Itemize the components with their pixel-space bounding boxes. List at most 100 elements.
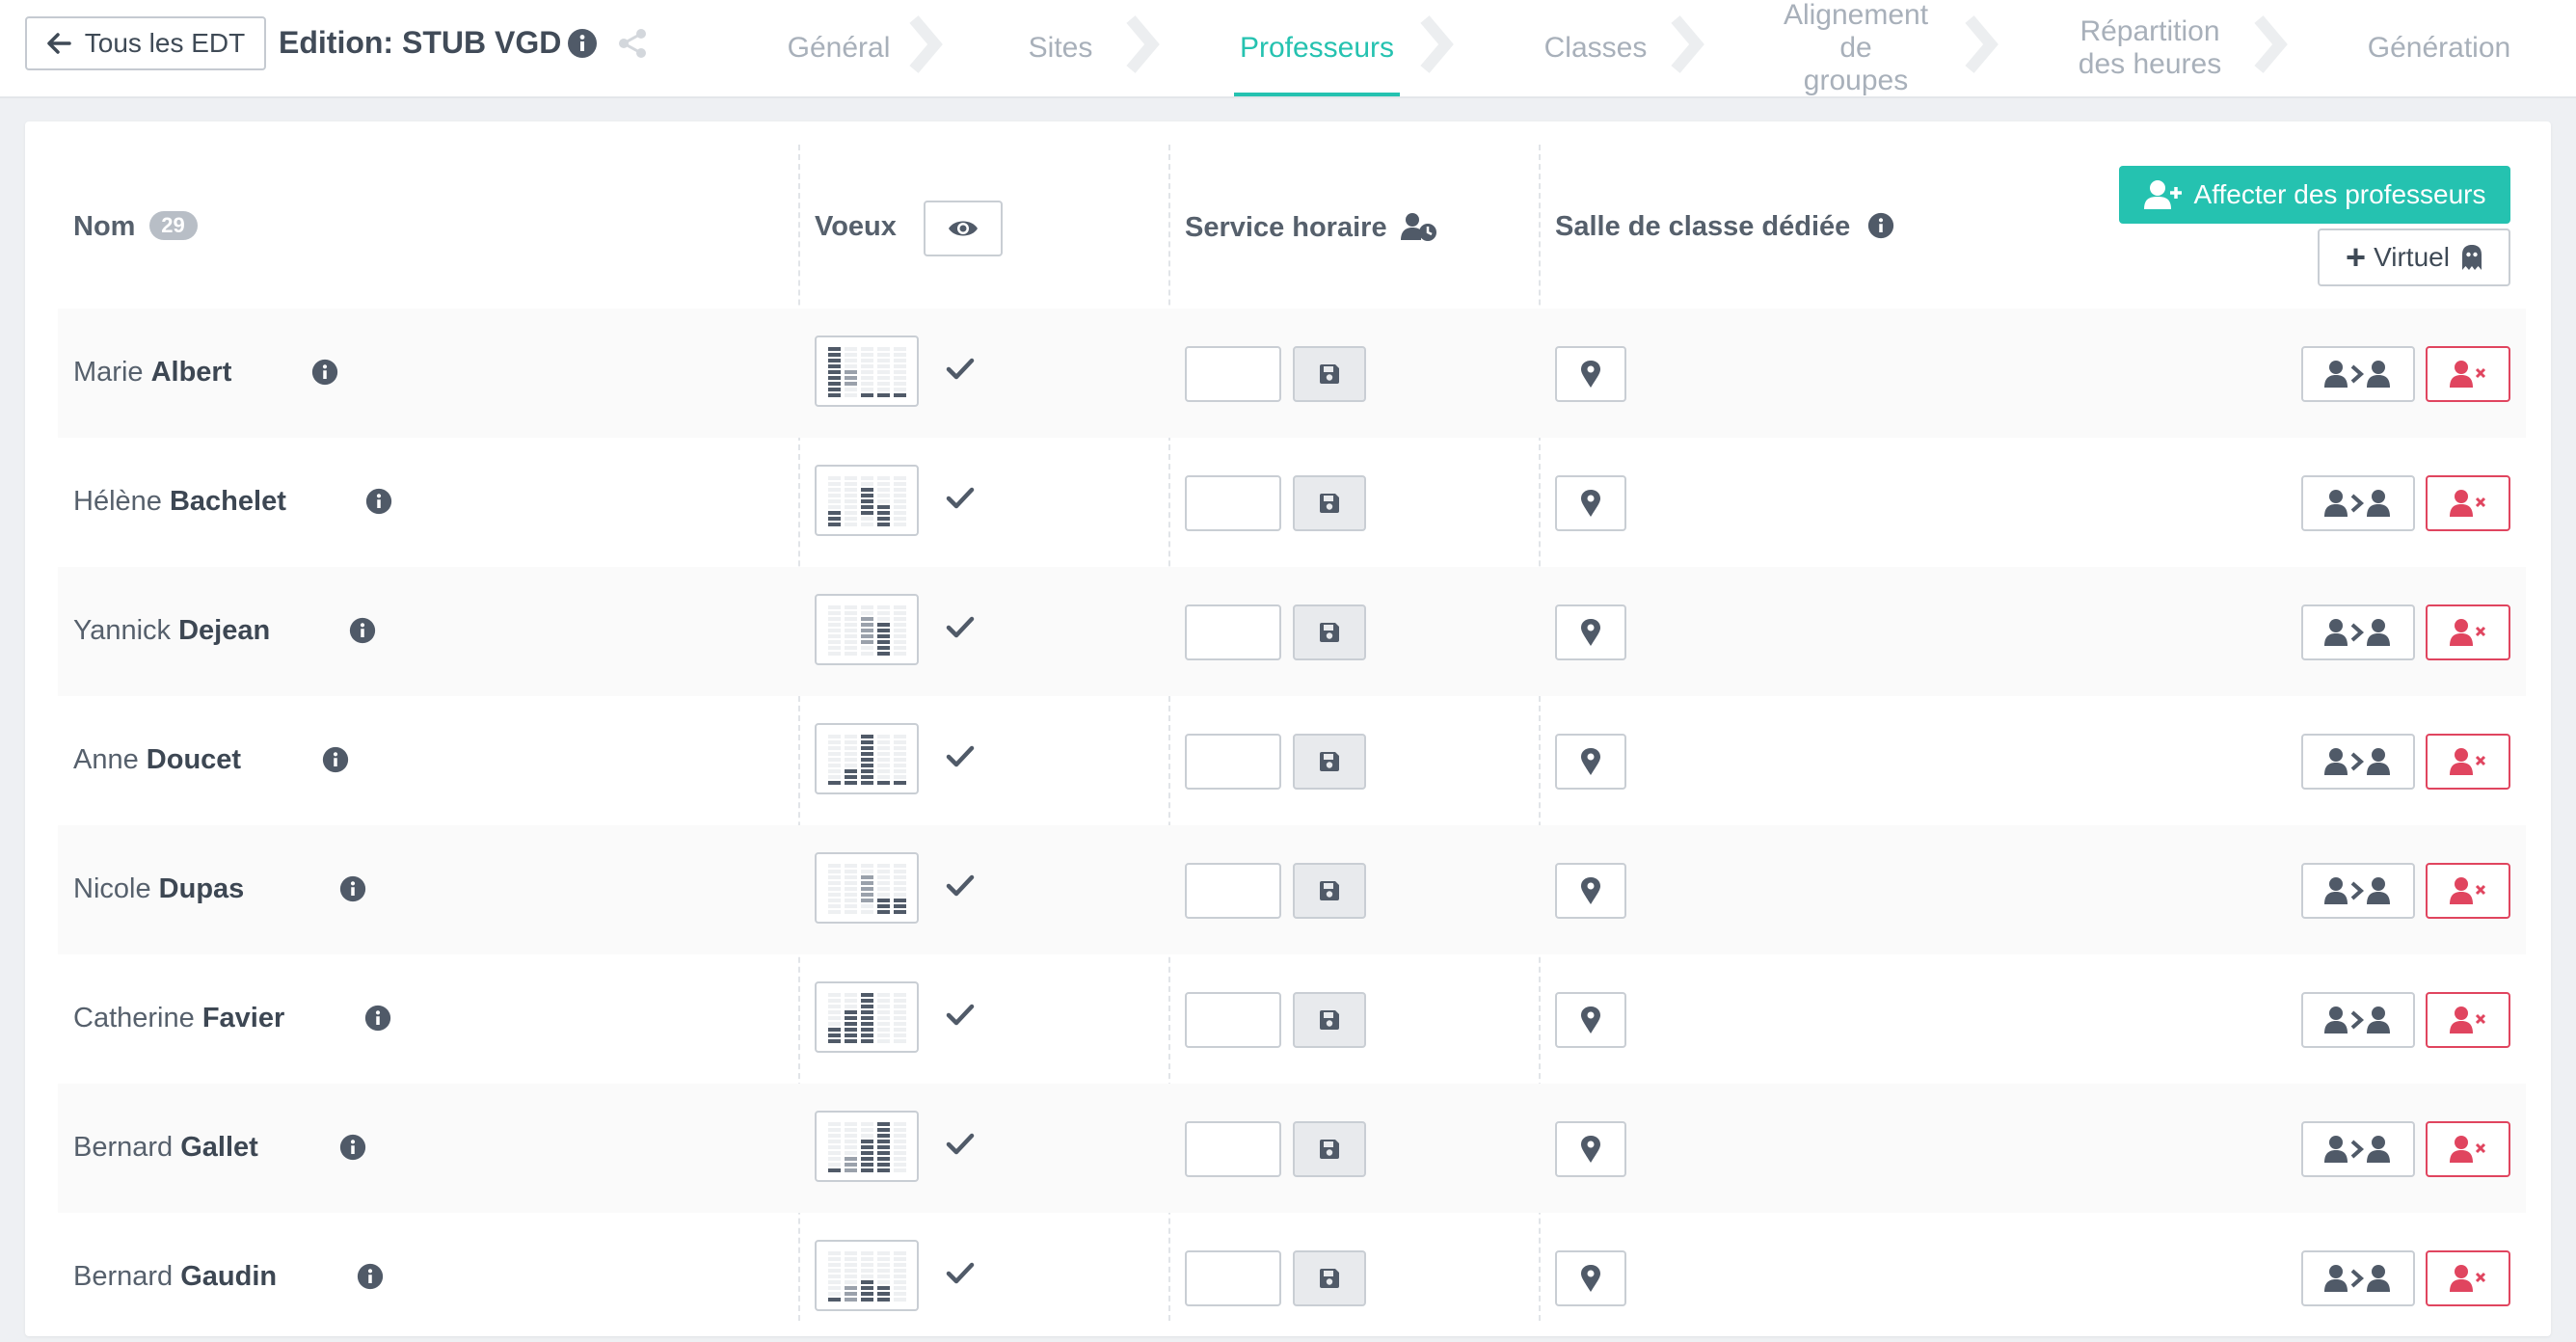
voeux-grid-cell [845,476,857,480]
voeux-preview[interactable] [815,465,919,536]
assign-room-button[interactable] [1555,346,1626,402]
save-hours-button[interactable] [1293,1121,1366,1177]
voeux-grid-cell [828,505,841,509]
voeux-preview[interactable] [815,1240,919,1311]
service-hours-input[interactable] [1185,863,1281,919]
voeux-preview[interactable] [815,852,919,924]
voeux-preview[interactable] [815,336,919,407]
assign-room-button[interactable] [1555,992,1626,1048]
voeux-grid-cell [894,875,906,879]
back-to-all-timetables-button[interactable]: Tous les EDT [25,16,266,70]
replace-teacher-button[interactable] [2301,1121,2415,1177]
replace-teacher-button[interactable] [2301,604,2415,660]
voeux-grid-cell [845,1280,857,1284]
voeux-grid-cell [894,999,906,1003]
voeux-grid-cell [845,1145,857,1149]
voeux-grid-cell [845,488,857,492]
save-hours-button[interactable] [1293,992,1366,1048]
save-hours-button[interactable] [1293,1250,1366,1306]
remove-teacher-button[interactable] [2426,475,2510,531]
step-alignement-de-groupes[interactable]: Alignement de groupes [1784,0,1928,96]
voeux-filled-cell [828,382,841,386]
assign-room-button[interactable] [1555,1250,1626,1306]
assign-room-button[interactable] [1555,863,1626,919]
save-icon [1320,364,1339,384]
voeux-grid-cell [845,758,857,762]
service-hours-input[interactable] [1185,346,1281,402]
voeux-grid-cell [845,640,857,644]
voeux-filled-cell [877,1163,890,1167]
teacher-name: Bernard Gaudin [73,1261,277,1293]
voeux-filled-cell [877,1151,890,1155]
step-classes[interactable]: Classes [1533,0,1658,96]
replace-teacher-button[interactable] [2301,346,2415,402]
voeux-filled-cell [894,899,906,902]
user-times-icon [2450,877,2486,904]
voeux-preview[interactable] [815,981,919,1053]
map-marker-icon [1581,361,1600,388]
save-hours-button[interactable] [1293,604,1366,660]
service-hours-input[interactable] [1185,734,1281,790]
assign-room-button[interactable] [1555,734,1626,790]
voeux-preview[interactable] [815,594,919,665]
service-hours-input[interactable] [1185,992,1281,1048]
service-hours-input[interactable] [1185,604,1281,660]
remove-teacher-button[interactable] [2426,992,2510,1048]
remove-teacher-button[interactable] [2426,734,2510,790]
info-icon[interactable] [1867,212,1894,239]
assign-teachers-button[interactable]: Affecter des professeurs [2119,166,2510,224]
add-virtual-teacher-button[interactable]: + Virtuel [2318,228,2510,286]
service-hours-input[interactable] [1185,1250,1281,1306]
voeux-filled-cell [861,758,873,762]
save-hours-button[interactable] [1293,734,1366,790]
voeux-grid-cell [845,393,857,397]
step-professeurs[interactable]: Professeurs [1234,0,1400,96]
info-icon[interactable] [365,488,392,515]
save-hours-button[interactable] [1293,863,1366,919]
step-repartition-des-heures[interactable]: Répartition des heures [2073,0,2227,96]
voeux-grid-cell [861,1257,873,1261]
replace-teacher-button[interactable] [2301,475,2415,531]
voeux-filled-cell [828,1168,841,1172]
info-icon[interactable] [322,746,349,773]
voeux-grid-cell [845,652,857,656]
voeux-grid-cell [828,904,841,908]
step-general[interactable]: Général [771,0,906,96]
voeux-grid-cell [894,388,906,391]
voeux-preview[interactable] [815,723,919,794]
info-icon[interactable] [339,1134,366,1161]
replace-teacher-button[interactable] [2301,992,2415,1048]
column-header-nom[interactable]: Nom 29 [73,211,198,243]
remove-teacher-button[interactable] [2426,863,2510,919]
service-hours-input[interactable] [1185,475,1281,531]
replace-teacher-button[interactable] [2301,734,2415,790]
info-icon[interactable] [311,359,338,386]
toggle-voeux-visibility-button[interactable] [924,201,1003,256]
remove-teacher-button[interactable] [2426,346,2510,402]
voeux-grid-cell [845,1134,857,1138]
replace-teacher-button[interactable] [2301,863,2415,919]
map-marker-icon [1581,877,1600,904]
assign-room-button[interactable] [1555,604,1626,660]
step-generation[interactable]: Génération [2362,0,2516,96]
assign-room-button[interactable] [1555,1121,1626,1177]
remove-teacher-button[interactable] [2426,604,2510,660]
info-icon[interactable] [364,1005,391,1032]
service-hours-input[interactable] [1185,1121,1281,1177]
save-hours-button[interactable] [1293,346,1366,402]
info-icon[interactable] [567,28,598,59]
remove-teacher-button[interactable] [2426,1250,2510,1306]
info-icon[interactable] [349,617,376,644]
replace-teacher-button[interactable] [2301,1250,2415,1306]
info-icon[interactable] [357,1263,384,1290]
info-icon[interactable] [339,875,366,902]
voeux-grid-cell [877,370,890,374]
save-hours-button[interactable] [1293,475,1366,531]
assign-room-button[interactable] [1555,475,1626,531]
voeux-grid-cell [828,1292,841,1296]
voeux-grid-cell [845,517,857,521]
remove-teacher-button[interactable] [2426,1121,2510,1177]
step-sites[interactable]: Sites [1003,0,1118,96]
share-icon[interactable] [616,27,649,60]
voeux-preview[interactable] [815,1111,919,1182]
